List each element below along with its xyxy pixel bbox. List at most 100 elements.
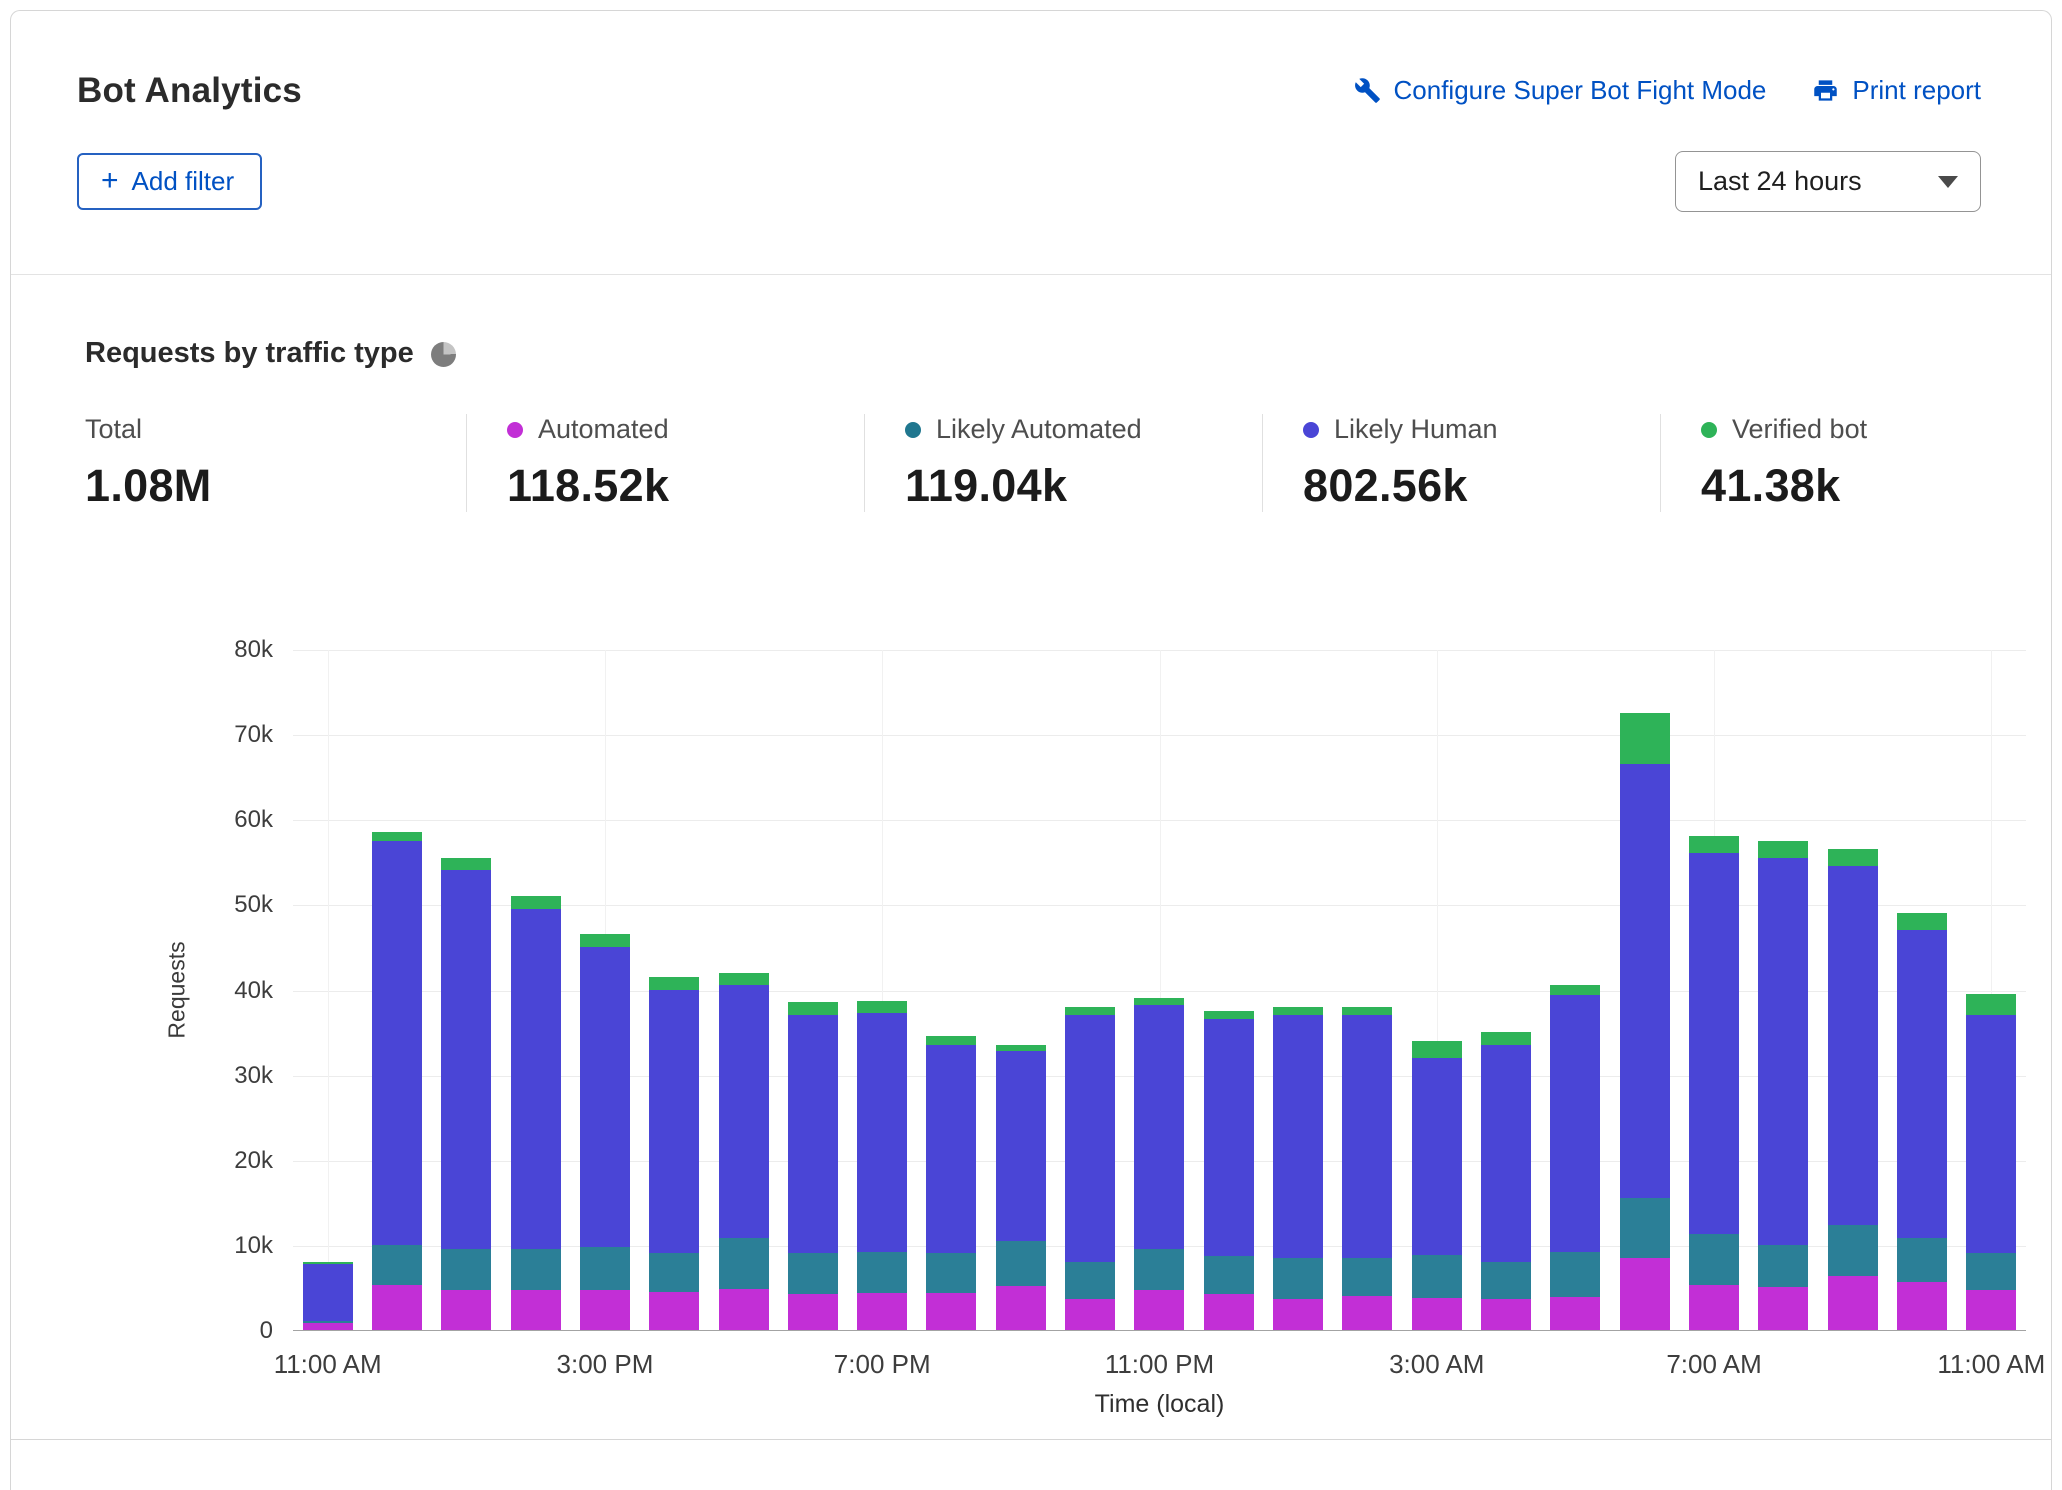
bar-slot	[640, 650, 709, 1330]
y-axis-tick: 80k	[234, 636, 273, 663]
add-filter-button[interactable]: + Add filter	[77, 152, 263, 211]
legend-dot-likely-automated	[905, 421, 921, 438]
x-axis-tick: 11:00 AM	[1937, 1349, 2046, 1379]
stacked-bar[interactable]	[1550, 985, 1601, 1330]
bar-segment-likely-human	[1688, 853, 1739, 1234]
bar-segment-likely-automated	[1688, 1233, 1739, 1285]
stacked-bar[interactable]	[441, 857, 492, 1330]
bar-segment-verified-bot	[649, 976, 700, 990]
bar-segment-likely-human	[1758, 857, 1809, 1245]
y-axis-tick: 70k	[234, 721, 273, 749]
stacked-bar[interactable]	[718, 972, 769, 1330]
stacked-bar[interactable]	[1619, 712, 1670, 1330]
bar-segment-likely-human	[857, 1013, 908, 1252]
bar-slot	[917, 650, 986, 1330]
bar-slot	[362, 650, 431, 1330]
bar-segment-automated	[1411, 1297, 1462, 1330]
stacked-bar[interactable]	[649, 976, 700, 1330]
y-axis-tick: 60k	[234, 806, 273, 834]
page-title: Bot Analytics	[77, 71, 302, 110]
add-filter-label: Add filter	[131, 165, 235, 196]
stacked-bar[interactable]	[579, 934, 630, 1330]
bar-segment-likely-automated	[1065, 1261, 1116, 1300]
stacked-bar[interactable]	[510, 895, 561, 1330]
stat-total: Total 1.08M	[85, 414, 466, 512]
bar-segment-verified-bot	[1411, 1040, 1462, 1058]
stacked-bar[interactable]	[1065, 1006, 1116, 1330]
stacked-bar[interactable]	[1896, 912, 1947, 1330]
y-axis-tick: 0	[259, 1317, 273, 1344]
bar-segment-likely-human	[1896, 929, 1947, 1239]
bar-segment-likely-human	[441, 870, 492, 1250]
x-axis-tick: 7:00 PM	[833, 1349, 931, 1379]
bot-analytics-card: Bot Analytics Configure Super Bot Fight …	[10, 10, 2052, 1490]
x-axis-tick: 3:00 PM	[556, 1349, 654, 1379]
bar-segment-likely-automated	[371, 1244, 422, 1285]
bar-segment-likely-human	[1273, 1015, 1324, 1258]
y-axis-tick: 30k	[234, 1061, 273, 1089]
bar-segment-verified-bot	[718, 972, 769, 986]
stacked-bar[interactable]	[1827, 849, 1878, 1330]
bar-slot	[1887, 650, 1956, 1330]
bar-segment-likely-human	[1480, 1044, 1531, 1262]
bar-segment-automated	[926, 1293, 977, 1330]
bar-slot	[1679, 650, 1748, 1330]
bar-slot	[709, 650, 778, 1330]
bar-segment-likely-automated	[1550, 1251, 1601, 1297]
time-range-select[interactable]: Last 24 hours	[1675, 151, 1981, 212]
stat-likely-human[interactable]: Likely Human 802.56k	[1262, 414, 1660, 512]
legend-dot-verified-bot	[1701, 421, 1717, 438]
bar-segment-verified-bot	[1896, 912, 1947, 930]
stat-automated[interactable]: Automated 118.52k	[466, 414, 864, 512]
bar-segment-verified-bot	[1203, 1010, 1254, 1020]
bar-segment-automated	[1065, 1299, 1116, 1330]
stacked-bar[interactable]	[857, 1000, 908, 1330]
bar-segment-automated	[1550, 1296, 1601, 1330]
stacked-bar[interactable]	[1411, 1040, 1462, 1330]
bar-slot	[1957, 650, 2026, 1330]
stacked-bar[interactable]	[302, 1261, 353, 1330]
stacked-bar[interactable]	[1203, 1010, 1254, 1330]
stacked-bar[interactable]	[1342, 1006, 1393, 1330]
stacked-bar[interactable]	[1134, 998, 1185, 1330]
stat-value: 118.52k	[507, 460, 670, 511]
header-links: Configure Super Bot Fight Mode Print rep…	[1354, 75, 1981, 106]
bar-slot	[1055, 650, 1124, 1330]
bar-segment-likely-human	[718, 985, 769, 1239]
legend-dot-likely-human	[1303, 421, 1319, 438]
stat-verified-bot[interactable]: Verified bot 41.38k	[1660, 414, 1887, 512]
bar-slot	[1263, 650, 1332, 1330]
bar-segment-verified-bot	[371, 832, 422, 841]
bar-slot	[1818, 650, 1887, 1330]
stacked-bar[interactable]	[1273, 1006, 1324, 1330]
stacked-bar[interactable]	[1688, 836, 1739, 1330]
bar-segment-likely-automated	[1203, 1255, 1254, 1295]
bar-segment-automated	[371, 1284, 422, 1330]
bar-segment-likely-human	[371, 840, 422, 1245]
stacked-bar[interactable]	[926, 1036, 977, 1330]
bar-segment-likely-automated	[1619, 1198, 1670, 1258]
bar-segment-likely-human	[995, 1050, 1046, 1241]
configure-super-bot-fight-mode-link[interactable]: Configure Super Bot Fight Mode	[1354, 75, 1766, 106]
bar-segment-verified-bot	[1134, 998, 1185, 1005]
stacked-bar[interactable]	[371, 832, 422, 1330]
bar-segment-automated	[1827, 1276, 1878, 1330]
bar-segment-likely-human	[302, 1263, 353, 1321]
stacked-bar[interactable]	[1966, 993, 2017, 1330]
chart-area: Requests Time (local) 0 10k 20k 30k 40k 50k 60…	[85, 636, 2046, 1450]
bar-segment-likely-human	[1134, 1004, 1185, 1250]
stacked-bar[interactable]	[1480, 1032, 1531, 1330]
stacked-bar[interactable]	[1758, 840, 1809, 1330]
bar-segment-verified-bot	[1758, 840, 1809, 858]
print-report-link[interactable]: Print report	[1812, 75, 1981, 106]
bar-segment-likely-human	[1619, 763, 1670, 1199]
stacked-bar[interactable]	[995, 1044, 1046, 1330]
bar-segment-likely-human	[926, 1044, 977, 1254]
stat-likely-automated[interactable]: Likely Automated 119.04k	[864, 414, 1262, 512]
bar-segment-automated	[1966, 1290, 2017, 1330]
bar-segment-automated	[1896, 1282, 1947, 1330]
x-axis-tick: 7:00 AM	[1666, 1349, 1762, 1379]
stacked-bar[interactable]	[787, 1002, 838, 1330]
bar-slot	[986, 650, 1055, 1330]
bar-segment-automated	[1619, 1257, 1670, 1330]
